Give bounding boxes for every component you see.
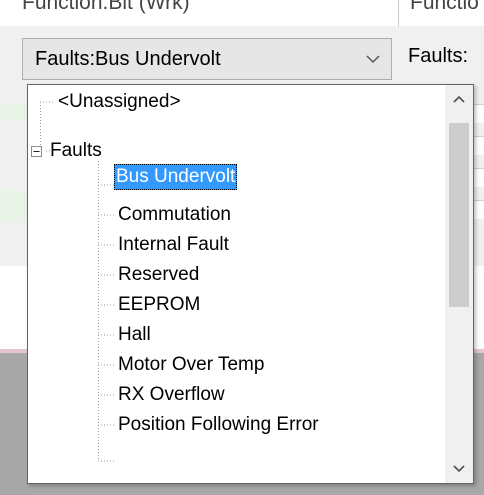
row-band: [0, 104, 27, 120]
chevron-up-icon: [453, 95, 465, 103]
grid-cell: [474, 136, 484, 155]
tree-item-motor-over-temp[interactable]: Motor Over Temp: [116, 352, 266, 378]
column-header-function-bit: Function.Bit (Wrk): [22, 0, 190, 14]
grid-header-row: Function.Bit (Wrk) Functio: [0, 0, 484, 26]
tree-item-reserved[interactable]: Reserved: [116, 262, 201, 288]
dropdown-tree-list[interactable]: <Unassigned> Faults Bus Undervolt Commut…: [27, 84, 474, 484]
row-band: [0, 190, 27, 222]
tree-item-bus-undervolt[interactable]: Bus Undervolt: [114, 164, 238, 190]
grid-cell: [474, 168, 484, 187]
column-header-function-2: Functio: [410, 0, 479, 14]
tree-item-position-following-error[interactable]: Position Following Error: [116, 412, 321, 438]
column-divider: [398, 0, 399, 26]
tree-item-rx-overflow[interactable]: RX Overflow: [116, 382, 227, 408]
grid-cell: [474, 200, 484, 219]
tree-item-hall[interactable]: Hall: [116, 322, 153, 348]
second-combobox-value[interactable]: Faults:: [408, 45, 468, 68]
scroll-up-button[interactable]: [445, 85, 473, 113]
vertical-scrollbar[interactable]: [445, 85, 473, 483]
tree-item-internal-fault[interactable]: Internal Fault: [116, 232, 231, 258]
scroll-down-button[interactable]: [445, 455, 473, 483]
chevron-down-icon: [453, 465, 465, 473]
fault-select-combobox[interactable]: Faults:Bus Undervolt: [22, 38, 392, 80]
tree-item-faults[interactable]: Faults: [48, 138, 104, 164]
tree-item-unassigned[interactable]: <Unassigned>: [56, 89, 183, 115]
grid-cell: [474, 104, 484, 123]
tree-item-eeprom[interactable]: EEPROM: [116, 292, 202, 318]
collapse-toggle-icon: [31, 146, 42, 157]
scrollbar-thumb[interactable]: [449, 123, 469, 307]
combobox-value: Faults:Bus Undervolt: [35, 48, 221, 70]
tree-item-commutation[interactable]: Commutation: [116, 202, 233, 228]
chevron-down-icon[interactable]: [365, 52, 381, 66]
